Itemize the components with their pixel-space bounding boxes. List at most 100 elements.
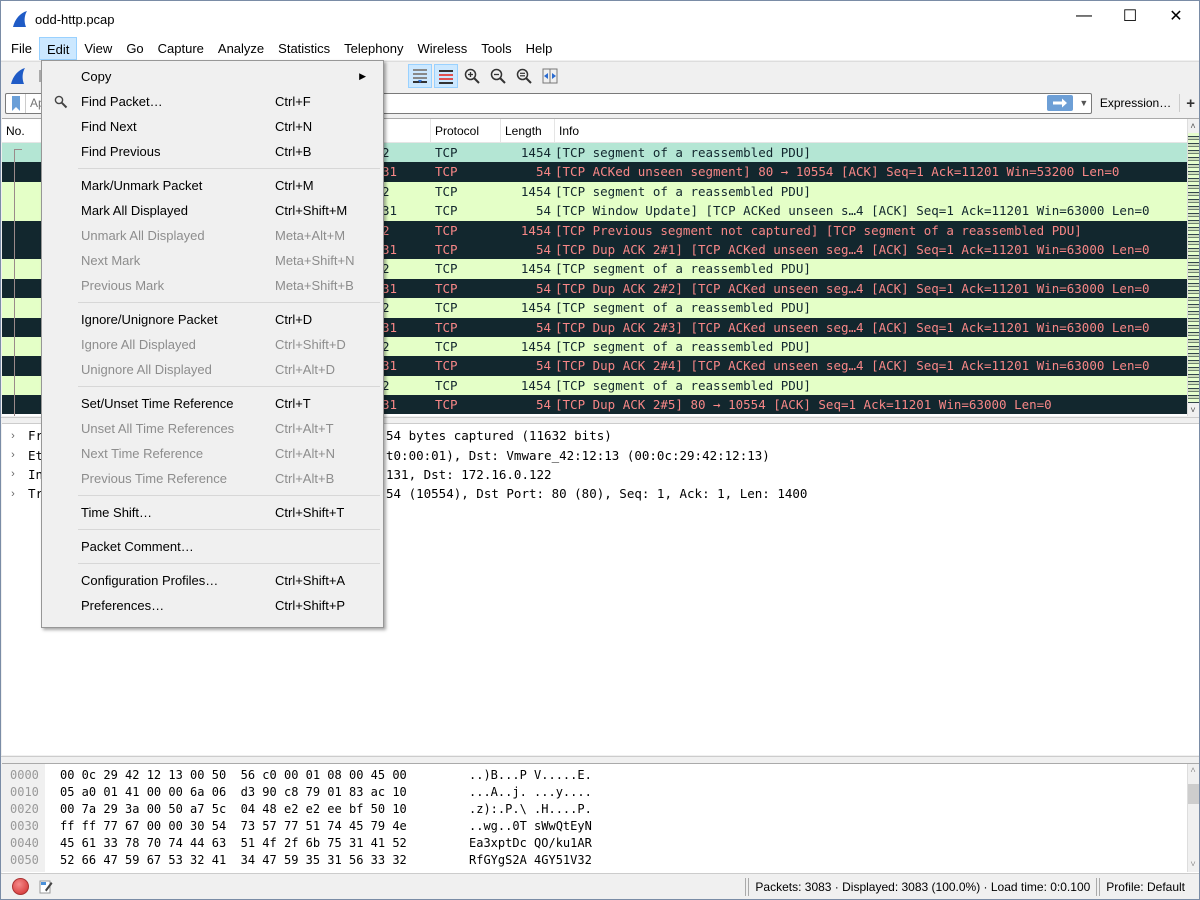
expression-button[interactable]: Expression… — [1092, 94, 1181, 112]
menu-item-find-previous[interactable]: Find Previous Ctrl+B — [42, 139, 383, 164]
profile-status[interactable]: Profile: Default — [1106, 880, 1199, 894]
autoscroll-button[interactable] — [408, 63, 432, 88]
menu-item-unmark-all-displayed[interactable]: Unmark All Displayed Meta+Alt+M — [42, 223, 383, 248]
menu-wireless[interactable]: Wireless — [410, 37, 474, 60]
expert-info-icon[interactable] — [12, 878, 29, 895]
byte-hex-row[interactable]: 45 61 33 78 70 74 44 63 51 4f 2f 6b 75 3… — [60, 835, 407, 852]
column-header-info[interactable]: Info — [555, 119, 1187, 142]
minimize-button[interactable]: — — [1061, 1, 1107, 31]
menu-separator — [78, 168, 380, 169]
menu-go[interactable]: Go — [119, 37, 150, 60]
apply-filter-button[interactable] — [1046, 95, 1073, 111]
scroll-down-icon[interactable]: ˅ — [1187, 858, 1199, 872]
menu-item-label: Preferences… — [81, 598, 165, 613]
submenu-arrow-icon: ▶ — [359, 71, 366, 81]
scroll-down-icon[interactable]: ˅ — [1187, 403, 1199, 416]
menu-capture[interactable]: Capture — [151, 37, 211, 60]
scroll-up-icon[interactable]: ˄ — [1187, 119, 1199, 133]
menu-item-label: Find Packet… — [81, 94, 163, 109]
menu-edit[interactable]: Edit — [38, 37, 78, 60]
expand-chevron-icon[interactable]: › — [6, 468, 20, 480]
menu-tools[interactable]: Tools — [474, 37, 518, 60]
packet-list-scrollbar[interactable]: ˄ ˅ — [1187, 119, 1199, 416]
menu-analyze[interactable]: Analyze — [211, 37, 271, 60]
byte-offset: 0050 — [10, 853, 39, 867]
menu-item-unignore-all-displayed[interactable]: Unignore All Displayed Ctrl+Alt+D — [42, 357, 383, 382]
menu-item-previous-time-reference[interactable]: Previous Time Reference Ctrl+Alt+B — [42, 466, 383, 491]
packet-minimap[interactable] — [1188, 133, 1199, 403]
menu-item-label: Packet Comment… — [81, 539, 194, 554]
byte-hex-row[interactable]: ff ff 77 67 00 00 30 54 73 57 77 51 74 4… — [60, 818, 407, 835]
bytes-scrollbar[interactable]: ˄ ˅ — [1187, 764, 1199, 872]
menu-item-shortcut: Ctrl+Shift+D — [275, 337, 346, 352]
menu-statistics[interactable]: Statistics — [271, 37, 337, 60]
packet-bytes: 0000 0010 0020 0030 0040 0050 00 0c 29 42 12 … — [2, 763, 1199, 873]
zoom-out-button[interactable] — [486, 64, 510, 88]
menu-separator — [78, 529, 380, 530]
byte-hex-row[interactable]: 00 7a 29 3a 00 50 a7 5c 04 48 e2 e2 ee b… — [60, 801, 407, 818]
maximize-button[interactable]: ☐ — [1107, 1, 1153, 31]
menu-help[interactable]: Help — [519, 37, 560, 60]
packet-length-cell: 1454 — [520, 338, 551, 354]
menu-item-set-unset-time-reference[interactable]: Set/Unset Time Reference Ctrl+T — [42, 391, 383, 416]
packet-protocol-cell: TCP — [435, 222, 458, 238]
byte-ascii-row[interactable]: Ea3xptDc QO/ku1AR — [469, 835, 592, 852]
byte-offsets: 0000 0010 0020 0030 0040 0050 — [2, 764, 45, 872]
close-button[interactable]: ✕ — [1153, 1, 1199, 31]
menu-telephony[interactable]: Telephony — [337, 37, 410, 60]
expand-chevron-icon[interactable]: › — [6, 449, 20, 461]
menu-item-time-shift[interactable]: Time Shift… Ctrl+Shift+T — [42, 500, 383, 525]
add-filter-button[interactable]: + — [1180, 95, 1195, 112]
menu-view[interactable]: View — [77, 37, 119, 60]
packet-no-cell — [2, 337, 42, 356]
menu-item-mark-unmark-packet[interactable]: Mark/Unmark Packet Ctrl+M — [42, 173, 383, 198]
byte-ascii-row[interactable]: ..)B...P V.....E. — [469, 767, 592, 784]
menu-file[interactable]: File — [4, 37, 39, 60]
zoom-normal-button[interactable] — [512, 64, 536, 88]
start-capture-button[interactable] — [6, 64, 30, 88]
byte-ascii-row[interactable]: .z):.P.\ .H....P. — [469, 801, 592, 818]
expand-chevron-icon[interactable]: › — [6, 488, 20, 500]
zoom-in-button[interactable] — [460, 64, 484, 88]
shark-fin-icon — [11, 67, 25, 84]
menu-item-shortcut: Ctrl+Shift+A — [275, 573, 346, 588]
byte-ascii-row[interactable]: RfGYgS2A 4GY51V32 — [469, 852, 592, 869]
menu-item-copy[interactable]: Copy ▶ — [42, 64, 383, 89]
menu-item-find-next[interactable]: Find Next Ctrl+N — [42, 114, 383, 139]
menu-item-find-packet[interactable]: Find Packet… Ctrl+F — [42, 89, 383, 114]
byte-ascii-row[interactable]: ..wg..0T sWwQtEyN — [469, 818, 592, 835]
capture-comment-icon[interactable] — [39, 879, 53, 894]
filter-bookmark-button[interactable] — [6, 93, 26, 113]
byte-ascii-row[interactable]: ...A..j. ...y.... — [469, 784, 592, 801]
menu-item-mark-all-displayed[interactable]: Mark All Displayed Ctrl+Shift+M — [42, 198, 383, 223]
menu-item-unset-all-time-references[interactable]: Unset All Time References Ctrl+Alt+T — [42, 416, 383, 441]
menu-item-ignore-unignore-packet[interactable]: Ignore/Unignore Packet Ctrl+D — [42, 307, 383, 332]
menu-item-packet-comment[interactable]: Packet Comment… — [42, 534, 383, 559]
bytes-scroll-thumb[interactable] — [1188, 784, 1199, 804]
menu-item-previous-mark[interactable]: Previous Mark Meta+Shift+B — [42, 273, 383, 298]
menu-item-preferences[interactable]: Preferences… Ctrl+Shift+P — [42, 593, 383, 618]
packet-info-cell: [TCP Previous segment not captured] [TCP… — [555, 222, 1082, 238]
expand-chevron-icon[interactable]: › — [6, 430, 20, 442]
resize-columns-button[interactable] — [538, 64, 562, 88]
byte-hex-row[interactable]: 52 66 47 59 67 53 32 41 34 47 59 35 31 5… — [60, 852, 407, 869]
menu-item-next-time-reference[interactable]: Next Time Reference Ctrl+Alt+N — [42, 441, 383, 466]
column-header-length[interactable]: Length — [501, 119, 555, 142]
packet-info-cell: [TCP segment of a reassembled PDU] — [555, 145, 811, 160]
menu-item-configuration-profiles[interactable]: Configuration Profiles… Ctrl+Shift+A — [42, 568, 383, 593]
packet-protocol-cell: TCP — [435, 397, 458, 413]
byte-hex-row[interactable]: 05 a0 01 41 00 00 6a 06 d3 90 c8 79 01 8… — [60, 784, 407, 801]
filter-history-dropdown[interactable]: ▼ — [1077, 98, 1091, 108]
byte-hex-row[interactable]: 00 0c 29 42 12 13 00 50 56 c0 00 01 08 0… — [60, 767, 407, 784]
pane-splitter[interactable] — [1, 756, 1199, 762]
column-header-no[interactable]: No. — [2, 119, 42, 142]
detail-text: 54 (10554), Dst Port: 80 (80), Seq: 1, A… — [386, 486, 808, 502]
column-header-protocol[interactable]: Protocol — [431, 119, 501, 142]
packet-protocol-cell: TCP — [435, 280, 458, 296]
scroll-up-icon[interactable]: ˄ — [1187, 764, 1199, 778]
menu-item-ignore-all-displayed[interactable]: Ignore All Displayed Ctrl+Shift+D — [42, 332, 383, 357]
byte-offset: 0000 — [10, 768, 39, 782]
colorize-icon — [439, 69, 453, 84]
colorize-button[interactable] — [434, 63, 458, 88]
menu-item-next-mark[interactable]: Next Mark Meta+Shift+N — [42, 248, 383, 273]
